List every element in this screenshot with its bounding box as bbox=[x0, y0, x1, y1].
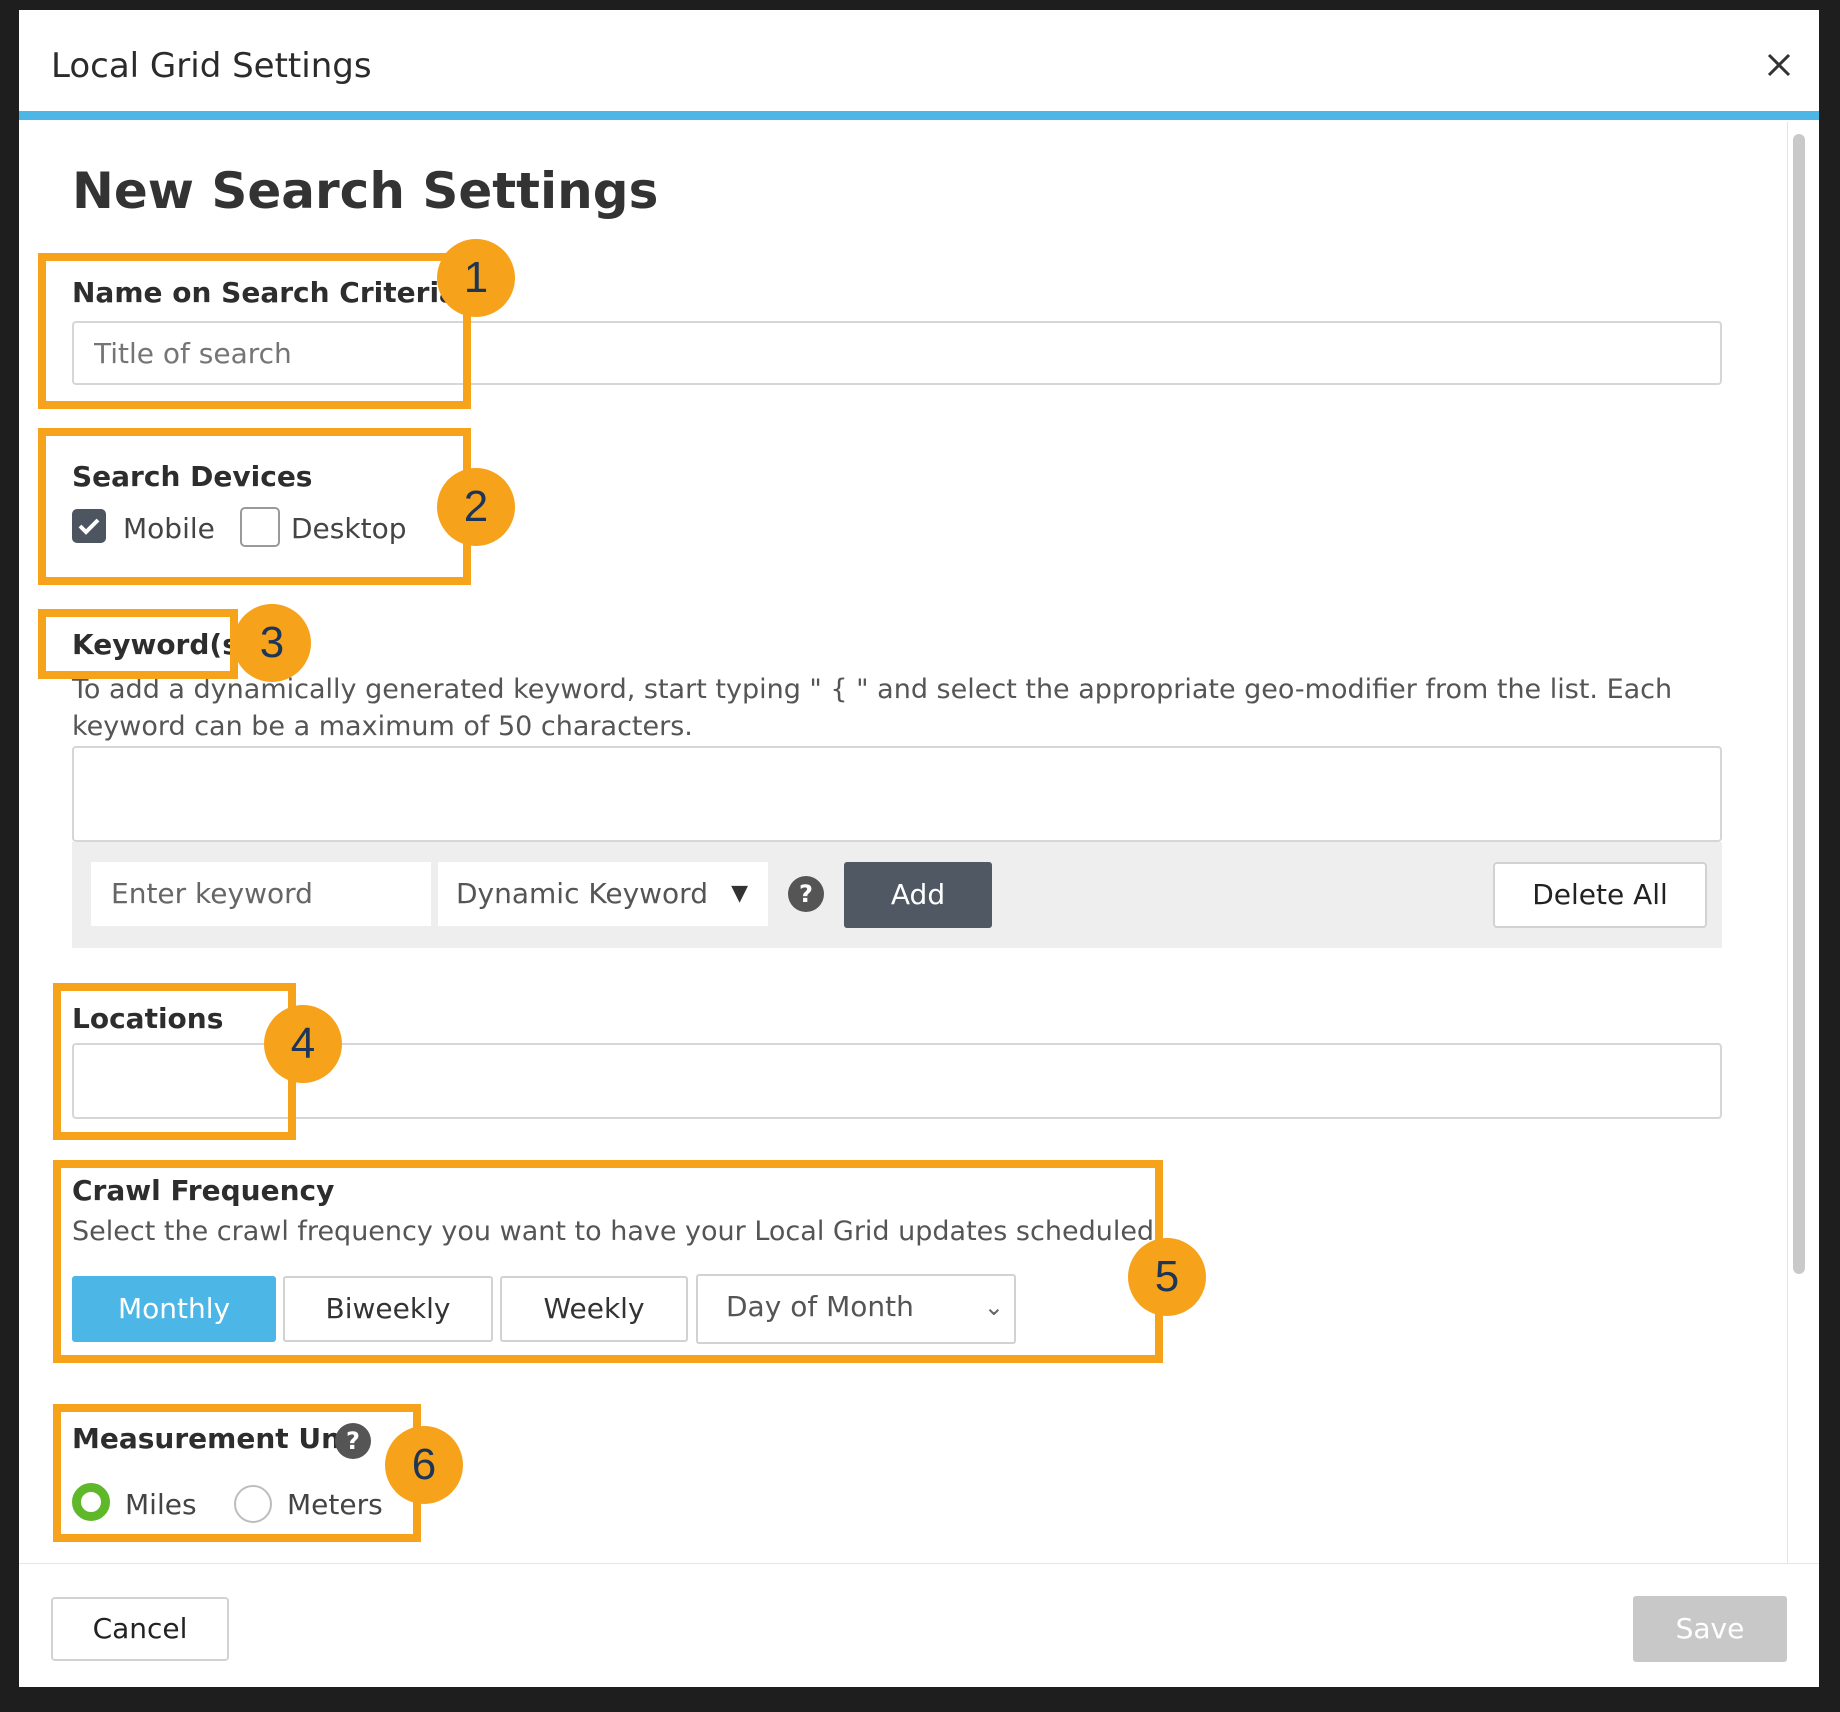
header-accent-bar bbox=[19, 111, 1819, 120]
help-icon[interactable]: ? bbox=[788, 876, 824, 912]
local-grid-settings-dialog: Local Grid Settings New Search Settings … bbox=[19, 10, 1819, 1687]
annotation-box-1 bbox=[38, 253, 471, 409]
annotation-box-5 bbox=[53, 1160, 1163, 1363]
annotation-badge-4: 4 bbox=[264, 1005, 342, 1083]
keyword-input[interactable]: Enter keyword bbox=[91, 862, 431, 926]
dialog-body: New Search Settings Name on Search Crite… bbox=[19, 120, 1819, 1563]
annotation-badge-5: 5 bbox=[1128, 1238, 1206, 1316]
dialog-title: Local Grid Settings bbox=[51, 46, 372, 86]
annotation-box-2 bbox=[38, 428, 471, 585]
save-button[interactable]: Save bbox=[1633, 1596, 1787, 1662]
annotation-box-4 bbox=[53, 983, 296, 1140]
annotation-badge-3: 3 bbox=[233, 604, 311, 682]
keyword-toolbar: Enter keyword Dynamic Keyword ▼ ? Add De… bbox=[72, 842, 1722, 948]
dynamic-keyword-select[interactable]: Dynamic Keyword ▼ bbox=[438, 862, 768, 926]
dialog-header: Local Grid Settings bbox=[19, 10, 1819, 111]
scrollbar-thumb[interactable] bbox=[1793, 134, 1805, 1274]
annotation-badge-1: 1 bbox=[437, 239, 515, 317]
section-heading: New Search Settings bbox=[72, 162, 659, 220]
annotation-box-6 bbox=[53, 1404, 421, 1542]
dynamic-keyword-value: Dynamic Keyword bbox=[456, 877, 708, 910]
annotation-box-3 bbox=[38, 609, 238, 679]
keywords-hint: To add a dynamically generated keyword, … bbox=[72, 674, 1673, 742]
annotation-badge-2: 2 bbox=[437, 468, 515, 546]
close-icon[interactable] bbox=[1759, 45, 1799, 85]
dialog-footer: Cancel Save bbox=[19, 1563, 1819, 1687]
add-keyword-button[interactable]: Add bbox=[844, 862, 992, 928]
annotation-badge-6: 6 bbox=[385, 1426, 463, 1504]
scrollbar[interactable] bbox=[1787, 122, 1808, 1563]
keywords-list-box[interactable] bbox=[72, 746, 1722, 842]
cancel-button[interactable]: Cancel bbox=[51, 1597, 229, 1661]
triangle-down-icon: ▼ bbox=[731, 881, 748, 906]
delete-all-button[interactable]: Delete All bbox=[1493, 862, 1707, 928]
